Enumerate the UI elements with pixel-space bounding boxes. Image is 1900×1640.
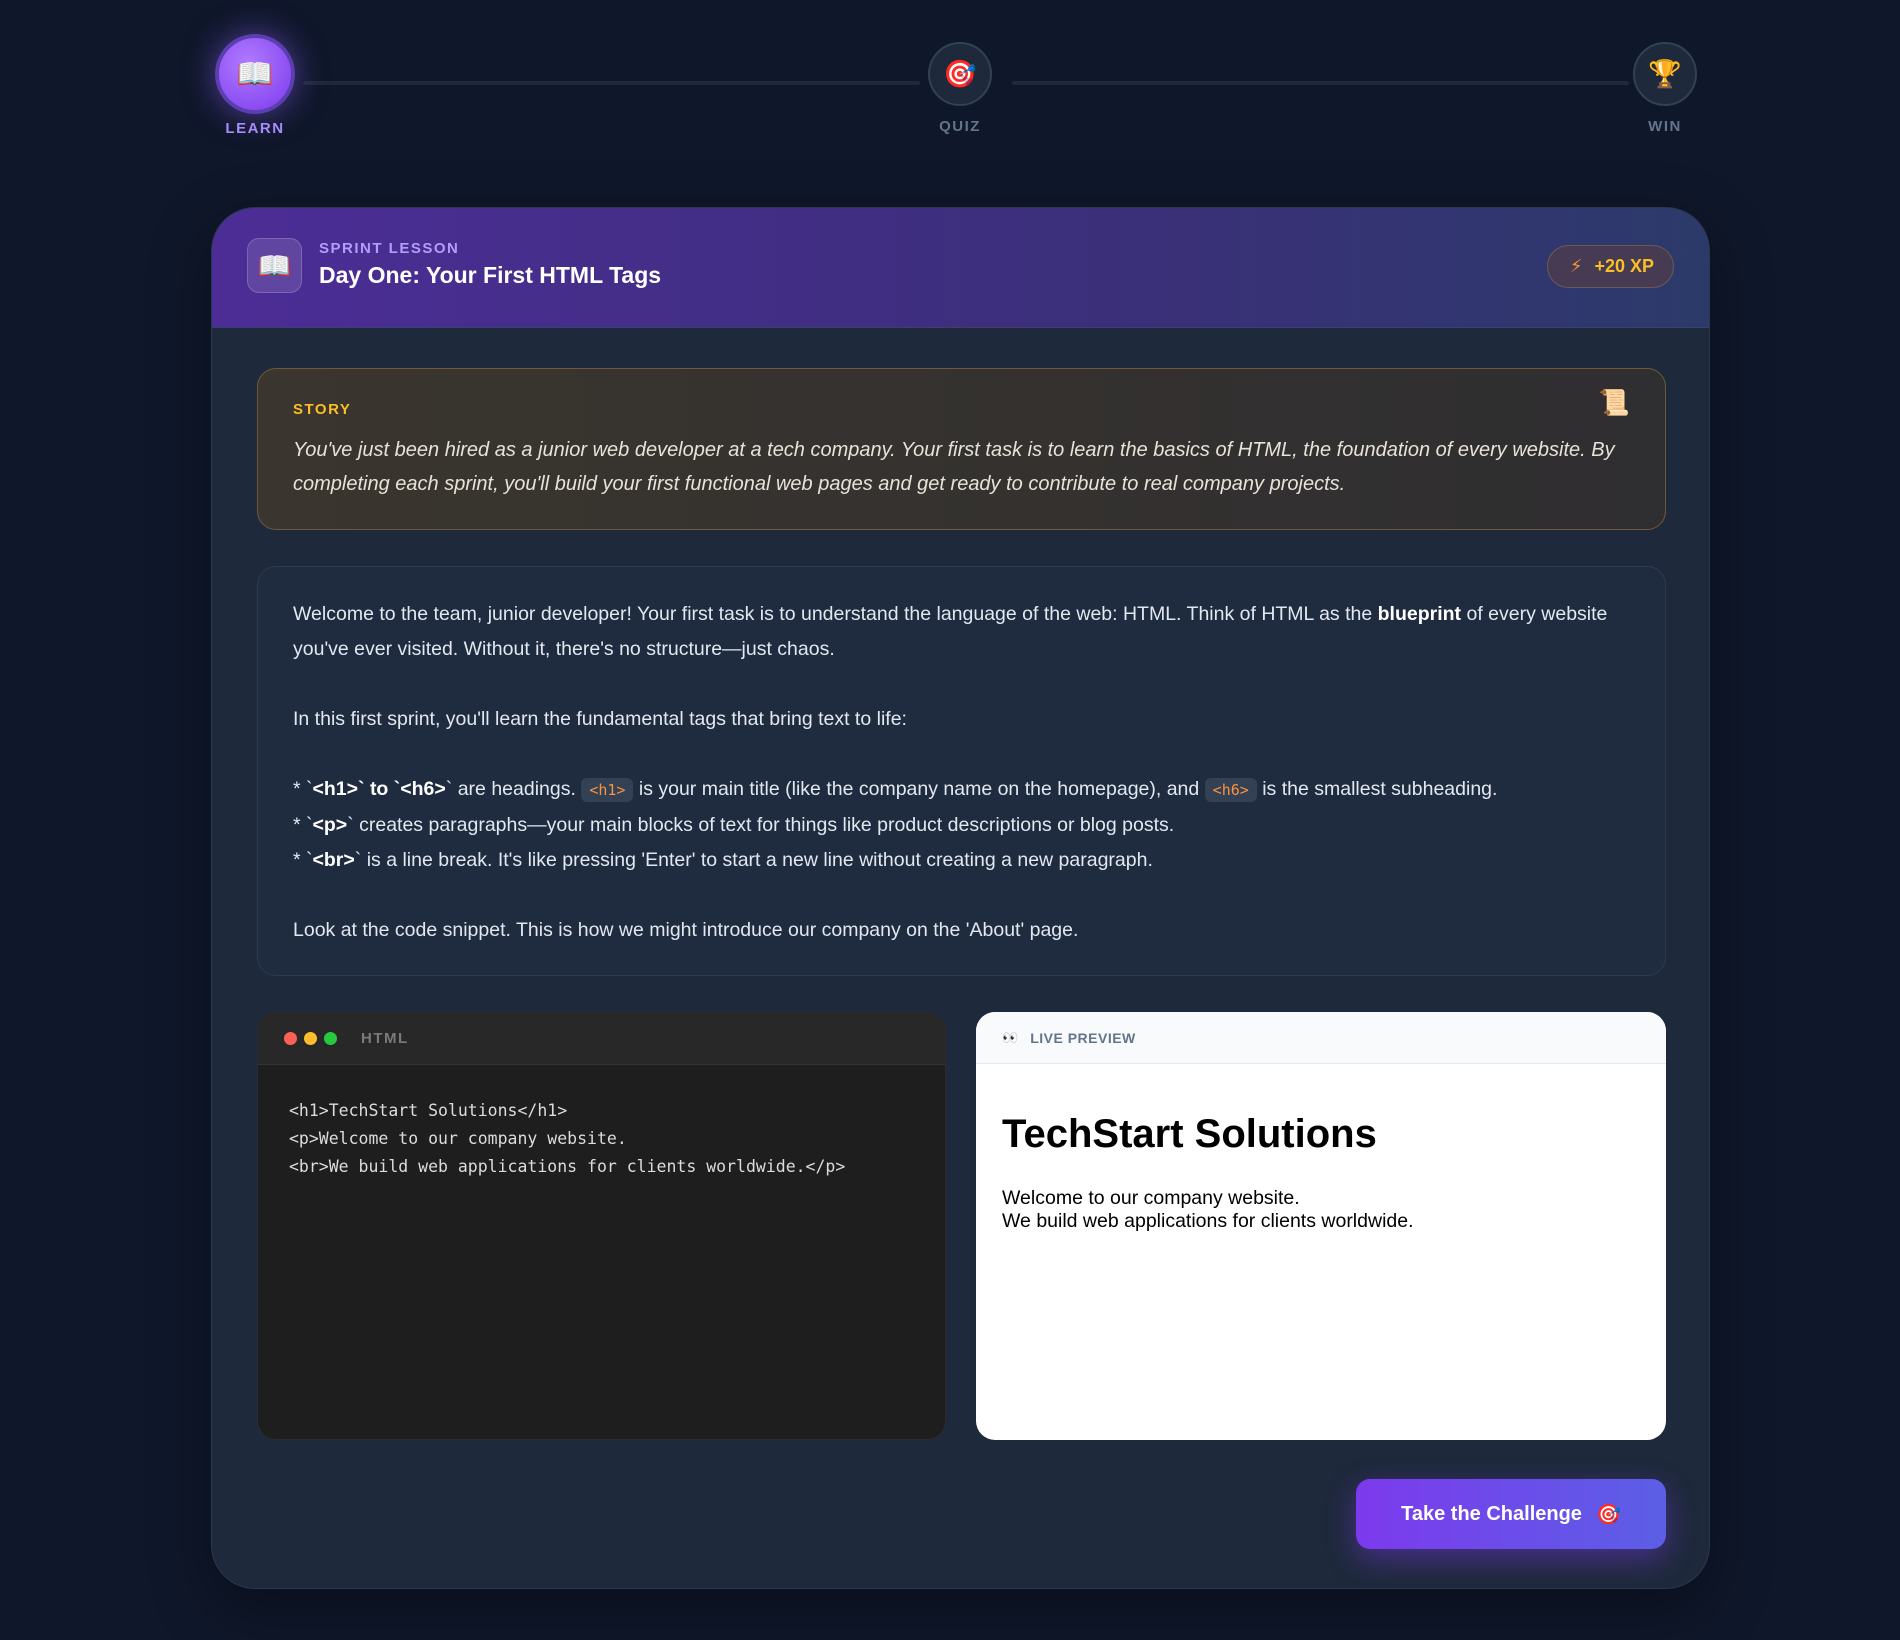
lesson-bullet: * `<p>` creates paragraphs—your main blo… xyxy=(293,808,1630,843)
preview-heading: TechStart Solutions xyxy=(1002,1112,1377,1156)
eyes-icon: 👀 xyxy=(1002,1029,1019,1045)
lesson-header: 📖 SPRINT LESSON Day One: Your First HTML… xyxy=(212,208,1709,328)
bold-text: <p> xyxy=(312,814,348,836)
text: * ` xyxy=(293,814,313,836)
bold-text: <h1>` to `<h6> xyxy=(312,778,446,800)
take-challenge-button[interactable]: Take the Challenge 🎯 xyxy=(1356,1479,1666,1549)
preview-line: We build web applications for clients wo… xyxy=(1002,1210,1414,1232)
step-label: LEARN xyxy=(225,120,285,137)
target-icon: 🎯 xyxy=(1595,1503,1621,1526)
bold-text: <br> xyxy=(312,849,355,871)
step-connector xyxy=(303,81,920,85)
text: Welcome to the team, junior developer! Y… xyxy=(293,603,1378,625)
lesson-content: Welcome to the team, junior developer! Y… xyxy=(257,566,1666,976)
step-learn[interactable]: 📖 LEARN xyxy=(200,34,310,137)
story-label: STORY xyxy=(293,401,352,418)
book-icon: 📖 xyxy=(247,238,302,293)
lesson-paragraph: Look at the code snippet. This is how we… xyxy=(293,919,1079,941)
story-box: STORY You've just been hired as a junior… xyxy=(257,368,1666,530)
cta-label: Take the Challenge xyxy=(1401,1502,1582,1525)
code-editor[interactable]: HTML <h1>TechStart Solutions</h1> <p>Wel… xyxy=(257,1012,946,1440)
text: creates paragraphs—your main blocks of t… xyxy=(353,814,1175,836)
window-dot-yellow xyxy=(304,1032,317,1045)
step-quiz[interactable]: 🎯 QUIZ xyxy=(905,42,1015,135)
text: are headings. xyxy=(452,778,582,800)
target-icon: 🎯 xyxy=(928,42,992,106)
code-toolbar: HTML xyxy=(258,1013,945,1065)
step-label: WIN xyxy=(1648,118,1682,135)
inline-code: <h6> xyxy=(1204,778,1257,802)
lesson-bullet: * `<h1>` to `<h6>` are headings. <h1> is… xyxy=(293,772,1630,808)
lightning-icon: ⚡ xyxy=(1569,256,1583,276)
inline-code: <h1> xyxy=(581,778,634,802)
lesson-kicker: SPRINT LESSON xyxy=(319,240,460,257)
text: * ` xyxy=(293,849,313,871)
code-snippet[interactable]: <h1>TechStart Solutions</h1> <p>Welcome … xyxy=(258,1065,945,1213)
code-language-label: HTML xyxy=(361,1030,409,1047)
step-label: QUIZ xyxy=(939,118,981,135)
lesson-paragraph: Welcome to the team, junior developer! Y… xyxy=(293,597,1630,667)
text: * ` xyxy=(293,778,313,800)
window-dot-green xyxy=(324,1032,337,1045)
preview-toolbar: 👀 LIVE PREVIEW xyxy=(976,1012,1666,1064)
text: is a line break. It's like pressing 'Ent… xyxy=(361,849,1153,871)
progress-steps: 📖 LEARN 🎯 QUIZ 🏆 WIN xyxy=(215,34,1698,152)
lesson-card: 📖 SPRINT LESSON Day One: Your First HTML… xyxy=(211,207,1710,1589)
text: is your main title (like the company nam… xyxy=(633,778,1205,800)
step-win[interactable]: 🏆 WIN xyxy=(1610,42,1720,135)
bold-text: blueprint xyxy=(1377,603,1462,625)
book-icon: 📖 xyxy=(215,34,295,114)
xp-badge: ⚡ +20 XP xyxy=(1546,245,1674,288)
lesson-bullet: * `<br>` is a line break. It's like pres… xyxy=(293,843,1630,878)
lesson-paragraph: In this first sprint, you'll learn the f… xyxy=(293,708,907,730)
preview-label: LIVE PREVIEW xyxy=(1030,1029,1136,1046)
trophy-icon: 🏆 xyxy=(1633,42,1697,106)
story-text: You've just been hired as a junior web d… xyxy=(293,439,1615,495)
scroll-icon: 📜 xyxy=(1598,389,1630,417)
preview-line: Welcome to our company website. xyxy=(1002,1187,1300,1209)
text: is the smallest subheading. xyxy=(1256,778,1498,800)
window-dot-red xyxy=(284,1032,297,1045)
live-preview: 👀 LIVE PREVIEW TechStart Solutions Welco… xyxy=(976,1012,1666,1440)
xp-value: +20 XP xyxy=(1594,256,1654,276)
preview-content: TechStart Solutions Welcome to our compa… xyxy=(976,1064,1666,1281)
lesson-title: Day One: Your First HTML Tags xyxy=(319,262,662,288)
step-connector xyxy=(1012,81,1629,85)
